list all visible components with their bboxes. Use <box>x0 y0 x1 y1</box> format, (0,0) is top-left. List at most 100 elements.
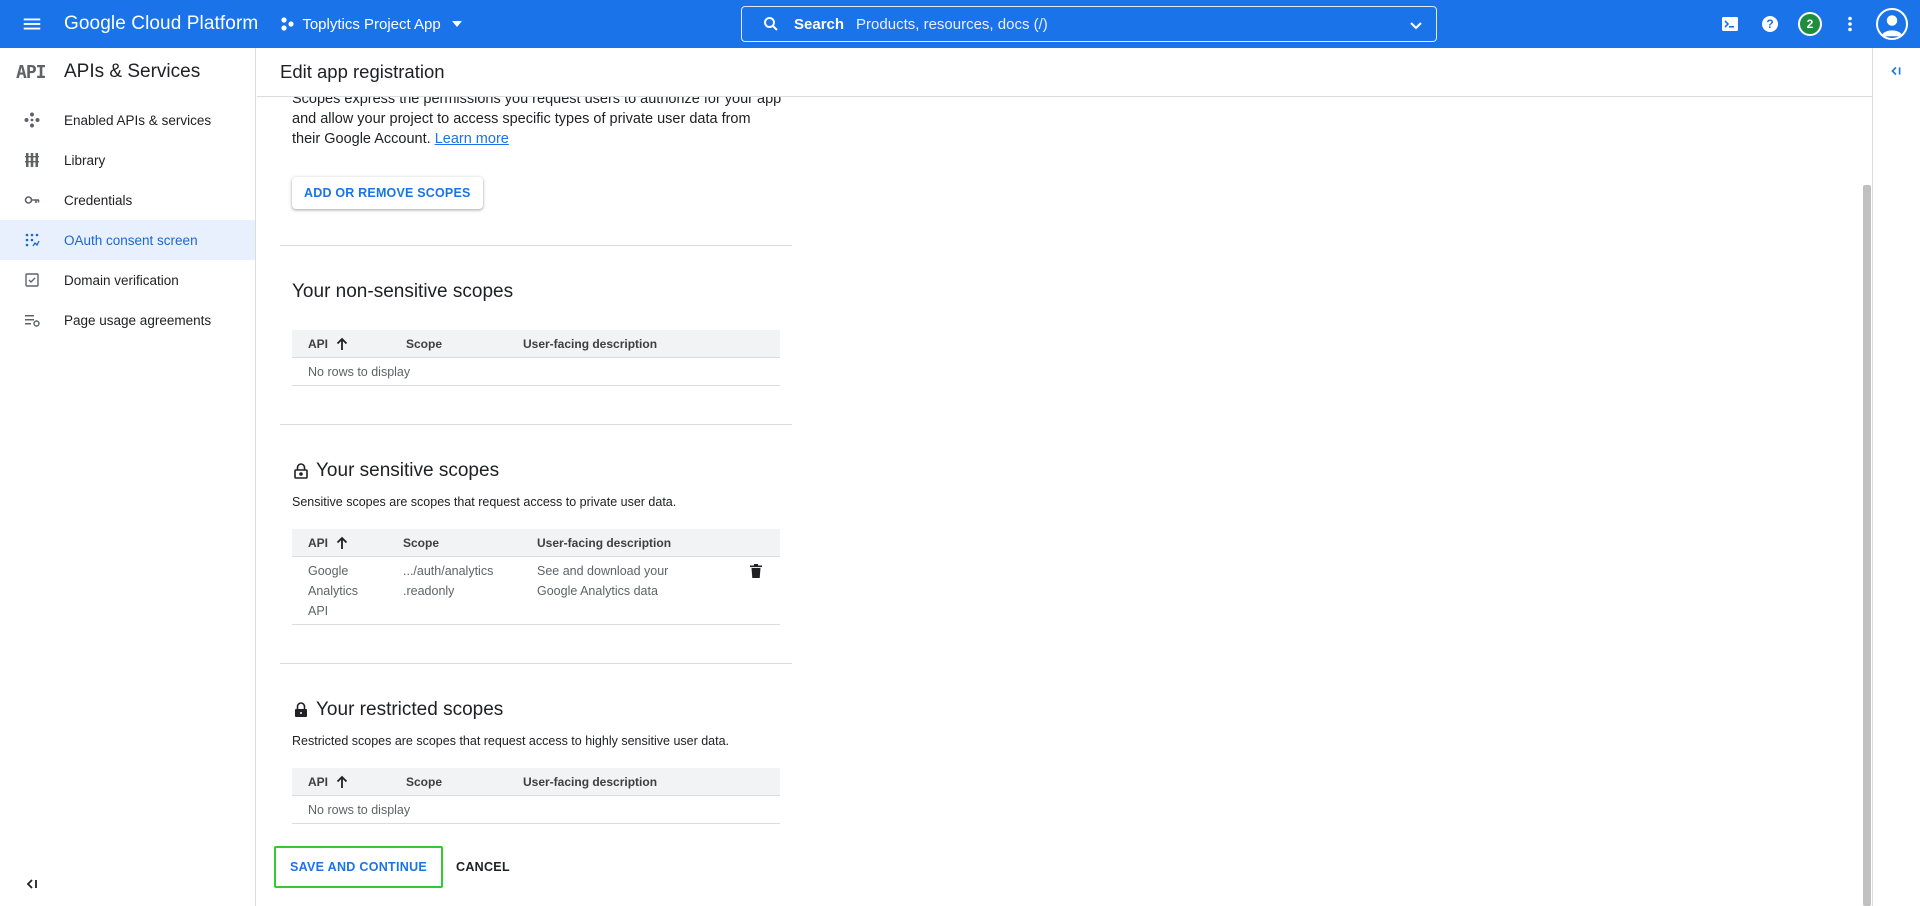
consent-grid-icon <box>24 232 40 248</box>
library-icon <box>24 152 40 168</box>
delete-icon[interactable] <box>748 563 764 579</box>
scopes-intro: Scopes express the permissions you reque… <box>292 89 782 149</box>
sort-arrow-up-icon[interactable] <box>335 536 349 550</box>
restricted-table: API Scope User-facing description No row… <box>292 768 780 824</box>
scopes-intro-text: Scopes express the permissions you reque… <box>292 91 782 147</box>
sidebar-item-label: Credentials <box>64 192 133 208</box>
col-description[interactable]: User-facing description <box>523 337 657 351</box>
cell-scope: .../auth/analytics .readonly <box>403 561 493 601</box>
col-description[interactable]: User-facing description <box>537 536 671 550</box>
project-dots-icon <box>281 17 294 31</box>
sidebar-item-enabled-apis[interactable]: Enabled APIs & services <box>0 100 255 140</box>
project-name: Toplytics Project App <box>302 15 441 33</box>
svg-text:?: ? <box>1766 17 1773 31</box>
col-scope[interactable]: Scope <box>403 536 439 550</box>
divider <box>280 663 792 664</box>
notifications-badge[interactable]: 2 <box>1790 4 1830 44</box>
lock-icon <box>295 702 307 717</box>
divider <box>280 424 792 425</box>
add-remove-scopes-button[interactable]: ADD OR REMOVE SCOPES <box>292 177 483 209</box>
cell-line: .readonly <box>403 584 455 598</box>
non-sensitive-title: Your non-sensitive scopes <box>292 281 513 303</box>
sidebar-item-label: Library <box>64 152 106 168</box>
col-api[interactable]: API <box>308 775 328 789</box>
divider <box>280 245 792 246</box>
table-header: API Scope User-facing description <box>292 529 780 557</box>
learn-more-link[interactable]: Learn more <box>435 131 509 147</box>
sidebar-item-label: Page usage agreements <box>64 312 212 328</box>
restricted-title: Your restricted scopes <box>292 699 503 721</box>
scrollbar[interactable] <box>1861 97 1872 906</box>
page-title: Edit app registration <box>280 61 445 82</box>
api-diamond-icon <box>24 112 40 128</box>
sort-arrow-up-icon[interactable] <box>335 337 349 351</box>
sidebar-item-domain-verification[interactable]: Domain verification <box>0 260 255 300</box>
sidebar-nav: Enabled APIs & services Library Credenti… <box>0 100 255 340</box>
col-scope[interactable]: Scope <box>406 775 442 789</box>
sidebar-item-page-usage[interactable]: Page usage agreements <box>0 300 255 340</box>
collapse-sidebar-icon[interactable] <box>22 874 42 894</box>
cancel-button[interactable]: CANCEL <box>446 846 520 888</box>
notification-count: 2 <box>1798 12 1822 36</box>
person-icon <box>1881 15 1903 37</box>
save-and-continue-button[interactable]: SAVE AND CONTINUE <box>274 846 444 888</box>
sidebar-header: API APIs & Services <box>0 48 255 96</box>
col-api[interactable]: API <box>308 536 328 550</box>
cell-line: .../auth/analytics <box>403 564 494 578</box>
cell-api: Google Analytics API <box>308 561 358 621</box>
project-selector[interactable]: Toplytics Project App <box>280 16 462 33</box>
search-input[interactable]: Products, resources, docs (/) <box>856 16 1048 33</box>
search-label: Search <box>794 15 845 33</box>
sidebar-item-library[interactable]: Library <box>0 140 255 180</box>
non-sensitive-table: API Scope User-facing description No row… <box>292 330 780 386</box>
sidebar-title: APIs & Services <box>64 61 201 82</box>
section-title-text: Your restricted scopes <box>316 699 504 720</box>
sidebar-item-label: Enabled APIs & services <box>64 112 212 128</box>
table-header: API Scope User-facing description <box>292 768 780 796</box>
restricted-description: Restricted scopes are scopes that reques… <box>292 734 730 748</box>
sort-arrow-up-icon[interactable] <box>335 775 349 789</box>
account-avatar[interactable] <box>1876 8 1908 40</box>
empty-row: No rows to display <box>292 796 780 824</box>
help-icon[interactable]: ? <box>1750 4 1790 44</box>
sensitive-title: Your sensitive scopes <box>292 460 499 482</box>
search-bar[interactable]: Search Products, resources, docs (/) <box>741 6 1437 42</box>
api-logo: API <box>16 61 47 83</box>
top-bar: Google Cloud Platform Toplytics Project … <box>0 0 1920 48</box>
table-row: Google Analytics API .../auth/analytics … <box>292 557 780 625</box>
col-scope[interactable]: Scope <box>406 337 442 351</box>
caret-down-icon <box>451 21 462 27</box>
sidebar: API APIs & Services Enabled APIs & servi… <box>0 48 256 906</box>
sidebar-item-credentials[interactable]: Credentials <box>0 180 255 220</box>
sidebar-item-oauth-consent[interactable]: OAuth consent screen <box>0 220 255 260</box>
section-title-text: Your non-sensitive scopes <box>292 281 514 302</box>
col-api[interactable]: API <box>308 337 328 351</box>
cell-line: Analytics <box>308 584 359 598</box>
search-icon <box>764 17 778 31</box>
sensitive-description: Sensitive scopes are scopes that request… <box>292 495 677 509</box>
menu-icon[interactable] <box>8 0 56 48</box>
scrollbar-thumb[interactable] <box>1863 185 1871 906</box>
expand-panel-icon[interactable] <box>1887 62 1905 80</box>
sensitive-table: API Scope User-facing description Google… <box>292 529 780 625</box>
page-header: Edit app registration <box>257 48 1872 97</box>
table-header: API Scope User-facing description <box>292 330 780 358</box>
right-rail <box>1872 48 1920 906</box>
brand-title[interactable]: Google Cloud Platform <box>64 13 258 35</box>
cell-description: See and download your Google Analytics d… <box>537 561 668 601</box>
col-description[interactable]: User-facing description <box>523 775 657 789</box>
cell-line: See and download your <box>537 564 669 578</box>
sidebar-item-label: OAuth consent screen <box>64 232 198 248</box>
cell-line: Google <box>308 564 349 578</box>
key-icon <box>24 192 40 208</box>
section-title-text: Your sensitive scopes <box>316 460 500 481</box>
sidebar-item-label: Domain verification <box>64 272 179 288</box>
lock-open-outline-icon <box>294 463 308 479</box>
checkbox-icon <box>24 272 40 288</box>
list-settings-icon <box>24 312 40 328</box>
cell-line: Google Analytics data <box>537 584 658 598</box>
chevron-down-icon[interactable] <box>1408 17 1424 33</box>
cloud-shell-icon[interactable] <box>1710 4 1750 44</box>
empty-row: No rows to display <box>292 358 780 386</box>
more-vert-icon[interactable] <box>1830 4 1870 44</box>
